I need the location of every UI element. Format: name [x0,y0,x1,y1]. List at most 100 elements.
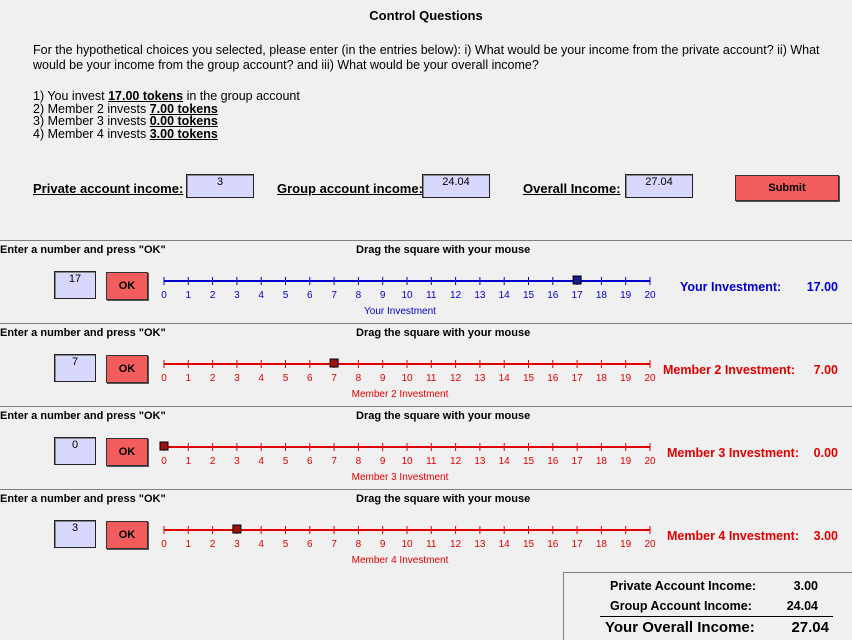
summary-overall-value: 27.04 [791,619,829,636]
slider-tick-label: 17 [572,290,584,301]
ok-button[interactable]: OK [106,355,148,383]
summary-private-label: Private Account Income: [610,579,757,593]
slider-tick-label: 5 [283,539,289,550]
choice-value: 3.00 tokens [149,126,218,141]
slider-tick-label: 6 [307,373,313,384]
page-title: Control Questions [369,8,483,23]
investment-number-input[interactable]: 3 [54,520,96,548]
investment-number-input[interactable]: 17 [54,271,96,299]
slider-tick-label: 9 [380,539,386,550]
investment-number-input[interactable]: 7 [54,354,96,382]
slider-tick-label: 1 [186,290,192,301]
slider-tick-label: 11 [426,456,437,467]
slider-tick-label: 16 [547,456,559,467]
slider-tick-label: 1 [186,456,192,467]
slider-tick-label: 19 [620,373,632,384]
slider-tick-label: 9 [380,373,386,384]
ok-button[interactable]: OK [106,272,148,300]
slider-handle[interactable] [159,441,169,451]
slider-tick-label: 15 [523,456,535,467]
slider-tick-label: 11 [426,539,437,550]
slider-tick-label: 3 [234,539,240,550]
slider-tick-label: 18 [596,539,608,550]
summary-group-label: Group Account Income: [610,599,752,613]
investment-slider[interactable]: 0 1 2 3 4 5 6 7 8 9 10 11 12 13 14 15 16 17 18 19 20 Your Inv… [150,271,664,321]
slider-tick-label: 3 [234,373,240,384]
investment-slider[interactable]: 0 1 2 3 4 5 6 7 8 9 10 11 12 13 14 15 16 17 18 19 20 Member 4… [150,520,664,570]
investment-section: Enter a number and press "OK" Drag the sq… [0,406,852,490]
slider-tick-label: 12 [450,373,462,384]
slider-tick-label: 18 [596,290,608,301]
slider-tick-label: 4 [258,539,264,550]
slider-caption: Member 2 Investment [352,389,449,400]
summary-overall-label: Your Overall Income: [605,619,755,636]
slider-tick-label: 20 [644,539,656,550]
slider-tick-label: 8 [356,373,362,384]
slider-tick-label: 13 [474,290,486,301]
submit-button[interactable]: Submit [735,175,839,201]
slider-tick-label: 11 [426,373,437,384]
slider-tick-label: 18 [596,373,608,384]
slider-caption: Member 4 Investment [352,555,449,566]
investment-number-input[interactable]: 0 [54,437,96,465]
slider-tick-label: 20 [644,290,656,301]
slider-caption: Member 3 Investment [352,472,449,483]
slider-tick-label: 10 [401,373,413,384]
investment-value: 0.00 [813,446,838,460]
slider-track[interactable]: 0 1 2 3 4 5 6 7 8 9 10 11 12 13 14 15 16 17 18 19 20Your Inv… [150,271,664,321]
slider-tick-label: 17 [572,456,584,467]
slider-tick-label: 7 [331,539,337,550]
investment-section: Enter a number and press "OK" Drag the sq… [0,489,852,573]
ok-button[interactable]: OK [106,521,148,549]
ok-button[interactable]: OK [106,438,148,466]
overall-income-label: Overall Income: [523,181,621,196]
investment-value: 7.00 [813,363,838,377]
slider-tick-label: 8 [356,290,362,301]
slider-track[interactable]: 0 1 2 3 4 5 6 7 8 9 10 11 12 13 14 15 16 17 18 19 20Member 3… [150,437,664,487]
investment-slider[interactable]: 0 1 2 3 4 5 6 7 8 9 10 11 12 13 14 15 16 17 18 19 20 Member 3… [150,437,664,487]
slider-handle[interactable] [572,275,582,285]
slider-track[interactable]: 0 1 2 3 4 5 6 7 8 9 10 11 12 13 14 15 16 17 18 19 20Member 4… [150,520,664,570]
investment-section: Enter a number and press "OK" Drag the sq… [0,323,852,407]
slider-tick-label: 2 [210,373,216,384]
slider-tick-label: 0 [161,539,167,550]
group-income-field[interactable]: 24.04 [422,174,490,198]
slider-tick-label: 16 [547,290,559,301]
slider-tick-label: 6 [307,456,313,467]
slider-tick-label: 17 [572,539,584,550]
slider-tick-label: 1 [186,539,192,550]
slider-handle[interactable] [232,524,242,534]
investment-section: Enter a number and press "OK" Drag the sq… [0,240,852,324]
slider-tick-label: 3 [234,290,240,301]
slider-tick-label: 11 [426,290,437,301]
slider-handle[interactable] [329,358,339,368]
slider-tick-label: 15 [523,373,535,384]
slider-tick-label: 8 [356,539,362,550]
overall-income-field[interactable]: 27.04 [625,174,693,198]
slider-tick-label: 7 [331,373,337,384]
slider-tick-label: 8 [356,456,362,467]
slider-tick-label: 9 [380,456,386,467]
slider-tick-label: 13 [474,539,486,550]
slider-caption: Your Investment [364,306,436,317]
slider-tick-label: 0 [161,456,167,467]
private-income-field[interactable]: 3 [186,174,254,198]
investment-value: 3.00 [813,529,838,543]
slider-tick-label: 7 [331,290,337,301]
slider-track[interactable]: 0 1 2 3 4 5 6 7 8 9 10 11 12 13 14 15 16 17 18 19 20Member 2… [150,354,664,404]
group-income-label: Group account income: [277,181,423,196]
slider-tick-label: 14 [499,456,511,467]
slider-tick-label: 6 [307,539,313,550]
slider-tick-label: 2 [210,290,216,301]
investment-label: Member 3 Investment: [667,446,799,460]
slider-tick-label: 19 [620,539,632,550]
summary-divider [600,616,833,617]
slider-tick-label: 13 [474,373,486,384]
slider-tick-label: 7 [331,456,337,467]
slider-tick-label: 4 [258,373,264,384]
slider-tick-label: 20 [644,456,656,467]
summary-group-value: 24.04 [786,599,818,613]
investment-slider[interactable]: 0 1 2 3 4 5 6 7 8 9 10 11 12 13 14 15 16 17 18 19 20 Member 2… [150,354,664,404]
slider-tick-label: 12 [450,539,462,550]
slider-tick-label: 12 [450,290,462,301]
